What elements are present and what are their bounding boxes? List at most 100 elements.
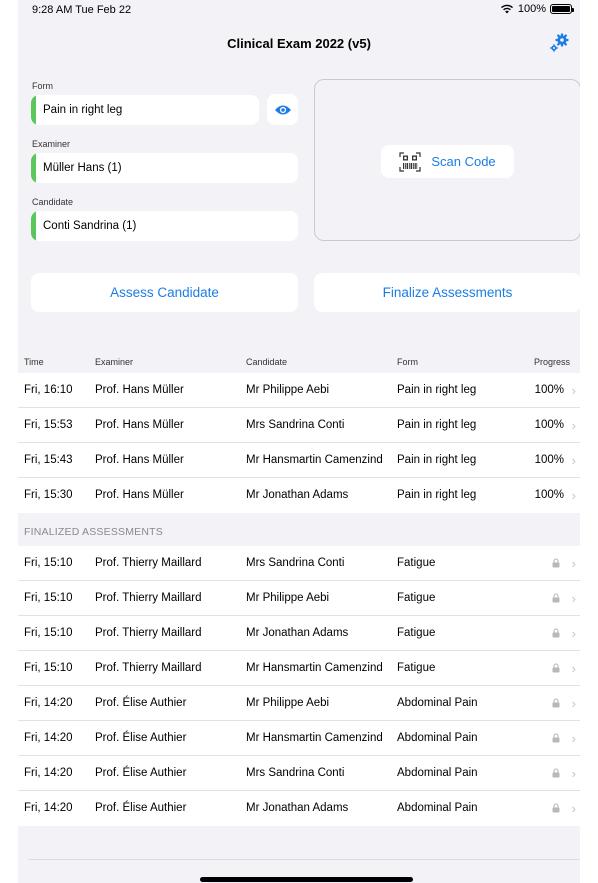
row-form: Pain in right leg bbox=[397, 489, 477, 501]
table-row[interactable]: Fri, 14:20 Prof. Élise Authier Mrs Sandr… bbox=[18, 756, 580, 791]
lock-icon bbox=[552, 768, 560, 778]
table-row[interactable]: Fri, 14:20 Prof. Élise Authier Mr Philip… bbox=[18, 686, 580, 721]
table-header: Time Examiner Candidate Form Progress bbox=[18, 347, 580, 373]
row-form: Pain in right leg bbox=[397, 419, 477, 431]
chevron-right-icon: › bbox=[571, 488, 576, 503]
chevron-right-icon: › bbox=[571, 731, 576, 746]
form-field[interactable]: Pain in right leg bbox=[31, 95, 259, 125]
lock-icon bbox=[552, 698, 560, 708]
battery-icon bbox=[550, 4, 574, 14]
status-bar: 9:28 AM Tue Feb 22 100% bbox=[18, 0, 580, 20]
row-candidate: Mr Hansmartin Camenzind bbox=[246, 732, 383, 744]
table-row[interactable]: Fri, 15:43 Prof. Hans Müller Mr Hansmart… bbox=[18, 443, 580, 478]
page-title: Clinical Exam 2022 (v5) bbox=[227, 36, 371, 51]
lock-icon bbox=[552, 558, 560, 568]
chevron-right-icon: › bbox=[571, 591, 576, 606]
row-time: Fri, 14:20 bbox=[24, 767, 73, 779]
row-examiner: Prof. Hans Müller bbox=[95, 419, 184, 431]
qr-code-icon bbox=[399, 151, 421, 172]
chevron-right-icon: › bbox=[571, 766, 576, 781]
table-row[interactable]: Fri, 14:20 Prof. Élise Authier Mr Hansma… bbox=[18, 721, 580, 756]
eye-icon bbox=[274, 105, 291, 114]
examiner-value: Müller Hans (1) bbox=[43, 162, 122, 174]
chevron-right-icon: › bbox=[571, 418, 576, 433]
table-row[interactable]: Fri, 15:10 Prof. Thierry Maillard Mr Phi… bbox=[18, 581, 580, 616]
row-time: Fri, 15:30 bbox=[24, 489, 73, 501]
form-value: Pain in right leg bbox=[43, 104, 123, 116]
chevron-right-icon: › bbox=[571, 453, 576, 468]
lock-icon bbox=[552, 593, 560, 603]
chevron-right-icon: › bbox=[571, 696, 576, 711]
row-examiner: Prof. Thierry Maillard bbox=[95, 592, 202, 604]
row-examiner: Prof. Thierry Maillard bbox=[95, 627, 202, 639]
row-time: Fri, 15:10 bbox=[24, 627, 73, 639]
lock-icon bbox=[552, 803, 560, 813]
finalized-section-title: FINALIZED ASSESSMENTS bbox=[24, 526, 163, 538]
row-candidate: Mr Philippe Aebi bbox=[246, 697, 330, 709]
row-time: Fri, 15:53 bbox=[24, 419, 73, 431]
table-row[interactable]: Fri, 15:10 Prof. Thierry Maillard Mr Han… bbox=[18, 651, 580, 686]
row-progress: 100% bbox=[534, 419, 564, 431]
divider bbox=[28, 859, 580, 860]
lock-icon bbox=[552, 628, 560, 638]
scan-panel: Scan Code bbox=[314, 79, 580, 241]
column-header-candidate: Candidate bbox=[246, 357, 288, 367]
battery-percentage: 100% bbox=[517, 3, 546, 15]
chevron-right-icon: › bbox=[571, 661, 576, 676]
table-row[interactable]: Fri, 16:10 Prof. Hans Müller Mr Philippe… bbox=[18, 373, 580, 408]
row-form: Abdominal Pain bbox=[397, 802, 478, 814]
active-assessments-list: Fri, 16:10 Prof. Hans Müller Mr Philippe… bbox=[18, 373, 580, 513]
lock-icon bbox=[552, 663, 560, 673]
column-header-examiner: Examiner bbox=[95, 357, 134, 367]
row-form: Fatigue bbox=[397, 557, 436, 569]
row-form: Abdominal Pain bbox=[397, 697, 478, 709]
row-candidate: Mr Philippe Aebi bbox=[246, 384, 330, 396]
table-row[interactable]: Fri, 14:20 Prof. Élise Authier Mr Jonath… bbox=[18, 791, 580, 826]
chevron-right-icon: › bbox=[571, 801, 576, 816]
valid-indicator bbox=[31, 211, 36, 241]
row-candidate: Mr Jonathan Adams bbox=[246, 489, 349, 501]
column-header-form: Form bbox=[397, 357, 418, 367]
finalized-section-header: FINALIZED ASSESSMENTS bbox=[18, 513, 580, 546]
row-time: Fri, 15:10 bbox=[24, 592, 73, 604]
examiner-label: Examiner bbox=[32, 139, 71, 149]
table-row[interactable]: Fri, 15:10 Prof. Thierry Maillard Mrs Sa… bbox=[18, 546, 580, 581]
wifi-icon bbox=[500, 4, 513, 14]
row-time: Fri, 15:43 bbox=[24, 454, 73, 466]
column-header-time: Time bbox=[24, 357, 44, 367]
home-indicator[interactable] bbox=[200, 877, 413, 882]
row-candidate: Mr Hansmartin Camenzind bbox=[246, 662, 383, 674]
table-row[interactable]: Fri, 15:53 Prof. Hans Müller Mrs Sandrin… bbox=[18, 408, 580, 443]
scan-code-button[interactable]: Scan Code bbox=[381, 145, 514, 178]
row-examiner: Prof. Hans Müller bbox=[95, 384, 184, 396]
chevron-right-icon: › bbox=[571, 626, 576, 641]
status-time: 9:28 AM Tue Feb 22 bbox=[32, 4, 132, 16]
row-time: Fri, 15:10 bbox=[24, 557, 73, 569]
candidate-field[interactable]: Conti Sandrina (1) bbox=[31, 211, 298, 241]
row-examiner: Prof. Élise Authier bbox=[95, 802, 187, 814]
row-progress: 100% bbox=[534, 454, 564, 466]
row-candidate: Mr Hansmartin Camenzind bbox=[246, 454, 383, 466]
table-row[interactable]: Fri, 15:10 Prof. Thierry Maillard Mr Jon… bbox=[18, 616, 580, 651]
assess-candidate-button[interactable]: Assess Candidate bbox=[31, 273, 298, 312]
row-time: Fri, 14:20 bbox=[24, 697, 73, 709]
row-form: Abdominal Pain bbox=[397, 732, 478, 744]
chevron-right-icon: › bbox=[571, 556, 576, 571]
row-form: Fatigue bbox=[397, 662, 436, 674]
preview-form-button[interactable] bbox=[267, 94, 298, 125]
row-examiner: Prof. Thierry Maillard bbox=[95, 557, 202, 569]
finalized-assessments-list: Fri, 15:10 Prof. Thierry Maillard Mrs Sa… bbox=[18, 546, 580, 826]
gear-icon[interactable] bbox=[548, 32, 570, 54]
valid-indicator bbox=[31, 95, 36, 125]
row-candidate: Mr Jonathan Adams bbox=[246, 627, 349, 639]
row-examiner: Prof. Hans Müller bbox=[95, 489, 184, 501]
finalize-assessments-button[interactable]: Finalize Assessments bbox=[314, 273, 580, 312]
table-row[interactable]: Fri, 15:30 Prof. Hans Müller Mr Jonathan… bbox=[18, 478, 580, 513]
row-form: Fatigue bbox=[397, 592, 436, 604]
row-candidate: Mrs Sandrina Conti bbox=[246, 419, 345, 431]
form-label: Form bbox=[32, 81, 53, 91]
candidate-value: Conti Sandrina (1) bbox=[43, 220, 137, 232]
row-time: Fri, 14:20 bbox=[24, 802, 73, 814]
examiner-field[interactable]: Müller Hans (1) bbox=[31, 153, 298, 183]
row-examiner: Prof. Hans Müller bbox=[95, 454, 184, 466]
